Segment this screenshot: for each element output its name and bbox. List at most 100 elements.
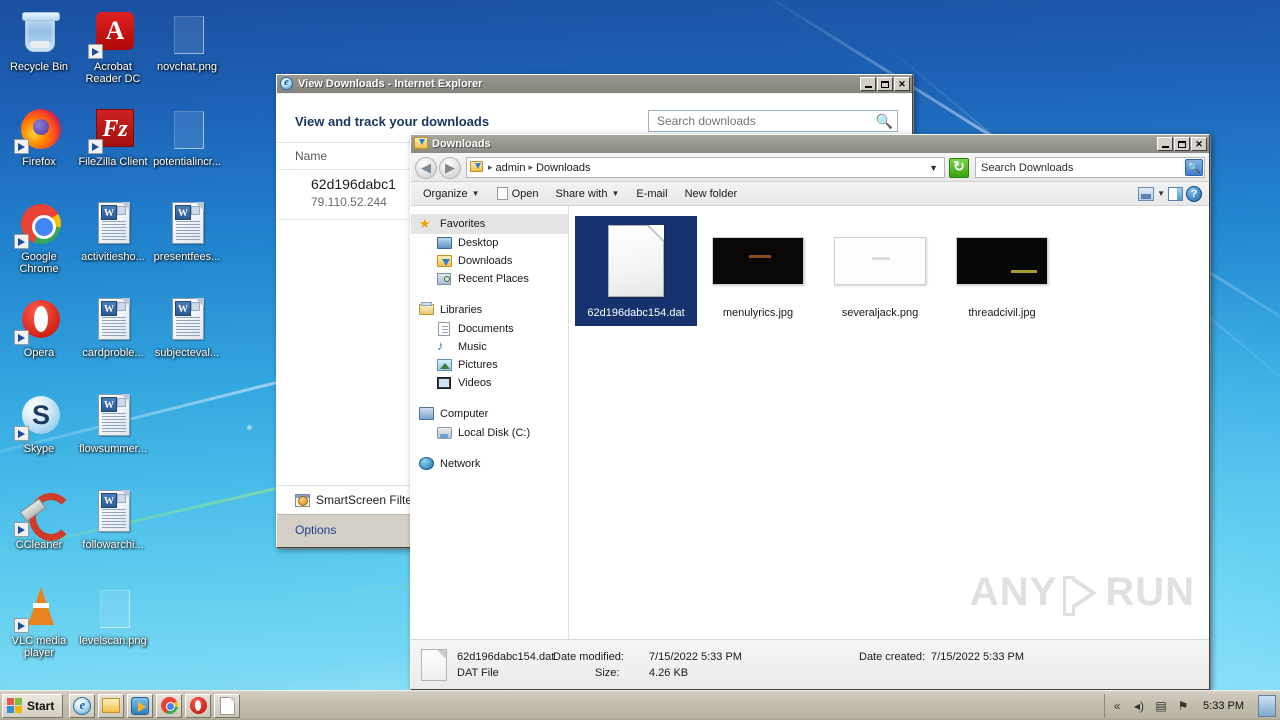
recycle-bin-icon <box>15 10 63 58</box>
details-created-column: Date created: <box>859 651 925 679</box>
ie-heading: View and track your downloads <box>295 113 490 129</box>
sidebar-item-downloads[interactable]: Downloads <box>411 252 568 270</box>
search-downloads-input[interactable] <box>655 113 876 129</box>
back-button[interactable]: ◀ <box>415 156 437 179</box>
taskbar-clock[interactable]: 5:33 PM <box>1197 700 1250 712</box>
ie-search-box[interactable]: 🔍 <box>648 110 898 132</box>
share-with-button[interactable]: Share with ▼ <box>547 184 627 204</box>
ie-title-bar[interactable]: e View Downloads - Internet Explorer ✕ <box>277 75 912 93</box>
organize-button[interactable]: Organize ▼ <box>415 184 488 204</box>
desktop-icon-recycle-bin[interactable]: Recycle Bin <box>2 10 76 73</box>
sidebar-item-favorites[interactable]: ★ Favorites <box>411 214 568 234</box>
new-folder-button[interactable]: New folder <box>677 184 746 204</box>
sidebar-item-videos[interactable]: Videos <box>411 374 568 392</box>
preview-pane-icon[interactable] <box>1168 186 1183 201</box>
search-downloads-input[interactable]: Search Downloads <box>981 162 1185 174</box>
firefox-icon <box>14 105 63 154</box>
file-item[interactable]: severaljack.png <box>819 216 941 326</box>
sidebar-item-network[interactable]: Network <box>411 454 568 474</box>
action-center-flag-icon[interactable]: ⚑ <box>1175 698 1191 714</box>
size-label: Size: <box>595 666 620 679</box>
start-button[interactable]: Start <box>2 693 64 718</box>
file-item[interactable]: menulyrics.jpg <box>697 216 819 326</box>
sidebar-item-label: Local Disk (C:) <box>458 427 531 439</box>
taskbar-chrome-icon[interactable] <box>156 693 183 718</box>
sidebar-item-local-disk-c[interactable]: Local Disk (C:) <box>411 424 568 442</box>
file-name: threadcivil.jpg <box>968 307 1036 319</box>
minimize-button[interactable] <box>860 77 876 91</box>
breadcrumb-downloads[interactable]: Downloads <box>534 162 592 174</box>
desktop-icon-potentialincr[interactable]: potentialincr... <box>150 105 224 168</box>
sidebar-item-music[interactable]: ♪ Music <box>411 338 568 356</box>
desktop-icon-levelscan[interactable]: levelscan.png <box>76 584 150 647</box>
desktop-icon-novchat[interactable]: novchat.png <box>150 10 224 73</box>
desktop-icon-activitiesho[interactable]: W activitiesho... <box>76 200 150 263</box>
refresh-icon[interactable] <box>949 157 969 178</box>
chevron-down-icon: ▼ <box>471 189 480 198</box>
volume-icon[interactable]: ◂) <box>1131 698 1147 714</box>
acrobat-reader-icon <box>88 10 137 59</box>
desktop-icon-presentfees[interactable]: W presentfees... <box>150 200 224 263</box>
desktop[interactable]: Recycle Bin Acrobat Reader DC novchat.pn… <box>0 0 1280 720</box>
sidebar-item-computer[interactable]: Computer <box>411 404 568 424</box>
view-layout-icon[interactable] <box>1138 186 1155 201</box>
desktop-icon-label: novchat.png <box>157 61 217 73</box>
taskbar-internet-explorer-icon[interactable] <box>69 693 96 718</box>
desktop-icon-label: VLC media player <box>11 635 67 659</box>
desktop-icon-opera[interactable]: Opera <box>2 296 76 359</box>
close-button[interactable]: ✕ <box>894 77 910 91</box>
taskbar-file-icon[interactable] <box>214 693 241 718</box>
maximize-button[interactable] <box>877 77 893 91</box>
explorer-title-bar[interactable]: Downloads ✕ <box>411 135 1209 153</box>
desktop-icon-filezilla[interactable]: FileZilla Client <box>76 105 150 168</box>
close-button[interactable]: ✕ <box>1191 137 1207 151</box>
desktop-icon-followarchi[interactable]: W followarchi... <box>76 488 150 551</box>
windows-explorer-window[interactable]: Downloads ✕ ◀ ▶ ▸ admin ▸ Downloads ▼ ↻ … <box>410 134 1210 690</box>
filezilla-icon <box>88 105 137 154</box>
desktop-icon-skype[interactable]: Skype <box>2 392 76 455</box>
taskbar-media-player-icon[interactable] <box>127 693 154 718</box>
sidebar-item-desktop[interactable]: Desktop <box>411 234 568 252</box>
forward-button[interactable]: ▶ <box>439 156 461 179</box>
smartscreen-label: SmartScreen Filte <box>316 493 413 507</box>
desktop-icon-chrome[interactable]: Google Chrome <box>2 200 76 275</box>
taskbar[interactable]: Start « ◂) ▤ ⚑ 5:33 PM <box>0 690 1280 720</box>
desktop-icon-ccleaner[interactable]: CCleaner <box>2 488 76 551</box>
chevron-down-icon[interactable]: ▼ <box>1157 189 1165 198</box>
show-hidden-icons-icon[interactable]: « <box>1109 698 1125 714</box>
desktop-icon-cardproble[interactable]: W cardproble... <box>76 296 150 359</box>
open-label: Open <box>511 187 539 200</box>
sidebar-item-recent-places[interactable]: Recent Places <box>411 270 568 288</box>
desktop-icon-acrobat[interactable]: Acrobat Reader DC <box>76 10 150 85</box>
taskbar-windows-explorer-icon[interactable] <box>98 693 125 718</box>
email-button[interactable]: E-mail <box>628 184 675 204</box>
desktop-icon-label: flowsummer... <box>79 443 147 455</box>
explorer-search-box[interactable]: Search Downloads 🔍 <box>975 157 1205 178</box>
sidebar-item-libraries[interactable]: Libraries <box>411 300 568 320</box>
file-item[interactable]: 62d196dabc154.dat <box>575 216 697 326</box>
taskbar-opera-icon[interactable] <box>185 693 212 718</box>
chevron-down-icon[interactable]: ▼ <box>925 163 942 173</box>
file-list-view[interactable]: 62d196dabc154.dat menulyrics.jpg several… <box>569 206 1209 639</box>
help-icon[interactable]: ? <box>1186 185 1202 202</box>
options-link[interactable]: Options <box>295 523 336 537</box>
show-desktop-button[interactable] <box>1258 694 1276 717</box>
breadcrumb-admin[interactable]: admin <box>494 162 528 174</box>
network-warning-icon[interactable]: ▤ <box>1153 698 1169 714</box>
sidebar-item-documents[interactable]: Documents <box>411 320 568 338</box>
sidebar-item-label: Music <box>458 341 487 353</box>
desktop-icon-label: FileZilla Client <box>78 156 148 168</box>
desktop-icon-firefox[interactable]: Firefox <box>2 105 76 168</box>
desktop-icon-subjecteval[interactable]: W subjecteval... <box>150 296 224 359</box>
search-icon[interactable]: 🔍 <box>1185 159 1203 176</box>
wallpaper-sparkle <box>246 424 253 431</box>
desktop-icon-flowsummer[interactable]: W flowsummer... <box>76 392 150 455</box>
maximize-button[interactable] <box>1174 137 1190 151</box>
address-breadcrumb-bar[interactable]: ▸ admin ▸ Downloads ▼ <box>466 157 945 178</box>
file-item[interactable]: threadcivil.jpg <box>941 216 1063 326</box>
minimize-button[interactable] <box>1157 137 1173 151</box>
png-file-icon <box>163 10 211 58</box>
open-button[interactable]: Open <box>489 183 547 204</box>
sidebar-item-pictures[interactable]: Pictures <box>411 356 568 374</box>
desktop-icon-vlc[interactable]: VLC media player <box>2 584 76 659</box>
